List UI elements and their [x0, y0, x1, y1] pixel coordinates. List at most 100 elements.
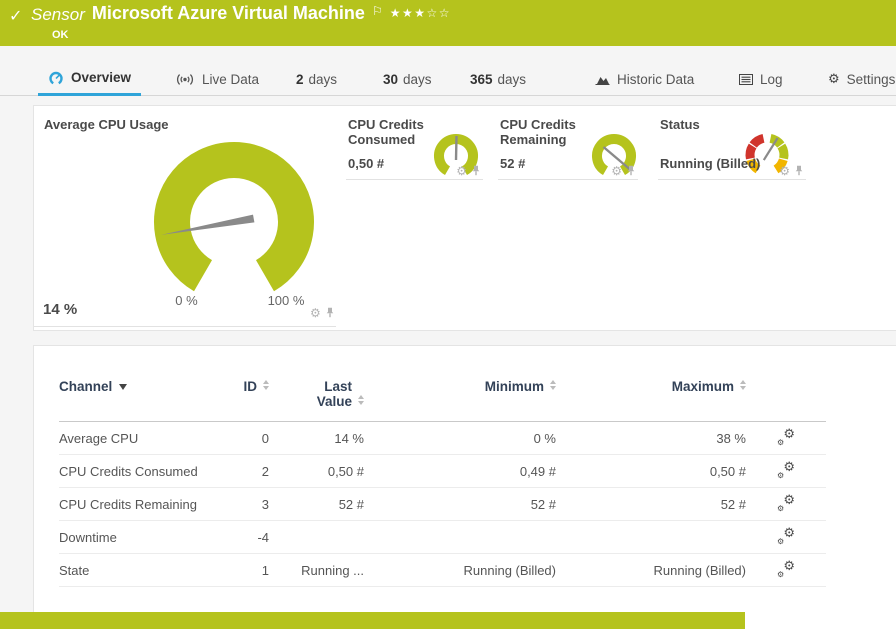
- cell-id: 2: [219, 455, 269, 488]
- tab-2-days[interactable]: 2 days: [296, 62, 337, 96]
- object-kind-label: Sensor: [31, 3, 85, 25]
- sensor-status-badge: OK: [52, 29, 69, 41]
- gauge-icon: [48, 70, 64, 86]
- cell-last-value: [269, 521, 364, 554]
- tab-365-days[interactable]: 365 days: [470, 62, 526, 96]
- cell-channel: CPU Credits Remaining: [59, 488, 219, 521]
- table-row[interactable]: Downtime -4 ⚙⚙: [59, 521, 826, 554]
- gauge-card-cpu-credits-remaining[interactable]: CPU Credits Remaining 52 # ⚙: [498, 106, 638, 180]
- mini-gauge-value: 52 #: [500, 156, 525, 171]
- tab-number: 2: [296, 72, 304, 87]
- tab-label: days: [498, 72, 527, 87]
- header-label: Channel: [59, 379, 112, 394]
- gear-icon[interactable]: ⚙: [310, 308, 321, 318]
- channels-panel: Channel ID Last Value Minimum Maximum: [33, 345, 896, 629]
- table-row[interactable]: State 1 Running ... Running (Billed) Run…: [59, 554, 826, 587]
- cell-last-value: 14 %: [269, 422, 364, 455]
- gear-icon[interactable]: ⚙: [611, 166, 622, 176]
- sort-caret-icon: [358, 395, 364, 405]
- sensor-title-row: Sensor Microsoft Azure Virtual Machine ⚐…: [31, 3, 451, 25]
- tab-historic-data[interactable]: Historic Data: [595, 62, 694, 96]
- priority-stars[interactable]: ★★★☆☆: [390, 3, 451, 20]
- tab-label: Log: [760, 72, 783, 87]
- flag-icon[interactable]: ⚐: [372, 3, 383, 18]
- pin-icon[interactable]: [626, 165, 636, 176]
- tab-label: days: [309, 72, 338, 87]
- channel-settings-icon[interactable]: ⚙⚙: [776, 561, 796, 577]
- table-row[interactable]: Average CPU 0 14 % 0 % 38 % ⚙⚙: [59, 422, 826, 455]
- tab-settings[interactable]: ⚙ Settings: [828, 62, 895, 96]
- cell-id: 1: [219, 554, 269, 587]
- tab-log[interactable]: Log: [739, 62, 783, 96]
- status-ok-check-icon: ✓: [9, 6, 22, 26]
- divider: [34, 326, 336, 327]
- cell-channel: Average CPU: [59, 422, 219, 455]
- sort-active-icon: [119, 384, 127, 390]
- cell-minimum: 52 #: [364, 488, 556, 521]
- cell-channel: State: [59, 554, 219, 587]
- header-label: Maximum: [672, 379, 734, 394]
- gear-icon: ⚙: [828, 71, 840, 87]
- gauge-needle: [456, 136, 457, 160]
- tab-30-days[interactable]: 30 days: [383, 62, 432, 96]
- cell-last-value: Running ...: [269, 554, 364, 587]
- footer-bar: [0, 612, 745, 629]
- channel-settings-icon[interactable]: ⚙⚙: [776, 429, 796, 445]
- column-header-channel[interactable]: Channel: [59, 379, 219, 422]
- column-header-last-value[interactable]: Last Value: [269, 379, 364, 422]
- mini-gauge-title: Status: [660, 117, 700, 132]
- cell-channel: Downtime: [59, 521, 219, 554]
- cell-id: 0: [219, 422, 269, 455]
- table-row[interactable]: CPU Credits Remaining 3 52 # 52 # 52 # ⚙…: [59, 488, 826, 521]
- column-header-minimum[interactable]: Minimum: [364, 379, 556, 422]
- cell-minimum: 0 %: [364, 422, 556, 455]
- cell-maximum: 38 %: [556, 422, 746, 455]
- column-header-id[interactable]: ID: [219, 379, 269, 422]
- mini-gauge-value: 0,50 #: [348, 156, 384, 171]
- historic-chart-icon: [595, 73, 610, 85]
- gauge-card-status[interactable]: Status Running (Billed) ⚙: [658, 106, 806, 180]
- cell-maximum: Running (Billed): [556, 554, 746, 587]
- tab-label: Live Data: [202, 72, 259, 87]
- pin-icon[interactable]: [794, 165, 804, 176]
- live-data-icon: [175, 73, 195, 86]
- sort-caret-icon: [263, 380, 269, 390]
- cell-minimum: 0,49 #: [364, 455, 556, 488]
- gear-icon[interactable]: ⚙: [456, 166, 467, 176]
- gauge-card-cpu-credits-consumed[interactable]: CPU Credits Consumed 0,50 # ⚙: [346, 106, 483, 180]
- mini-gauge-value: Running (Billed): [660, 156, 760, 171]
- tab-label: Historic Data: [617, 72, 694, 87]
- table-row[interactable]: CPU Credits Consumed 2 0,50 # 0,49 # 0,5…: [59, 455, 826, 488]
- header-label: Last Value: [306, 379, 352, 409]
- channel-settings-icon[interactable]: ⚙⚙: [776, 495, 796, 511]
- column-header-maximum[interactable]: Maximum: [556, 379, 746, 422]
- pin-icon[interactable]: [325, 307, 335, 318]
- pin-icon[interactable]: [471, 165, 481, 176]
- tab-number: 365: [470, 72, 493, 87]
- header-label: Minimum: [485, 379, 544, 394]
- channels-table: Channel ID Last Value Minimum Maximum: [59, 379, 826, 587]
- column-header-actions: [746, 379, 826, 422]
- tab-number: 30: [383, 72, 398, 87]
- cell-last-value: 0,50 #: [269, 455, 364, 488]
- sort-caret-icon: [740, 380, 746, 390]
- average-cpu-gauge[interactable]: [134, 122, 334, 322]
- gear-icon[interactable]: ⚙: [779, 166, 790, 176]
- primary-gauge-value: 14 %: [43, 301, 77, 318]
- cell-last-value: 52 #: [269, 488, 364, 521]
- channel-settings-icon[interactable]: ⚙⚙: [776, 528, 796, 544]
- gauge-scale-max: 100 %: [256, 293, 316, 308]
- cell-id: -4: [219, 521, 269, 554]
- tab-label: Overview: [71, 70, 131, 85]
- log-icon: [739, 74, 753, 85]
- tab-live-data[interactable]: Live Data: [175, 62, 259, 96]
- tab-label: Settings: [847, 72, 896, 87]
- cell-channel: CPU Credits Consumed: [59, 455, 219, 488]
- cell-maximum: 52 #: [556, 488, 746, 521]
- cell-maximum: 0,50 #: [556, 455, 746, 488]
- channel-settings-icon[interactable]: ⚙⚙: [776, 462, 796, 478]
- tab-overview[interactable]: Overview: [38, 62, 141, 96]
- sort-caret-icon: [550, 380, 556, 390]
- cell-id: 3: [219, 488, 269, 521]
- sensor-header: ✓ Sensor Microsoft Azure Virtual Machine…: [0, 0, 896, 46]
